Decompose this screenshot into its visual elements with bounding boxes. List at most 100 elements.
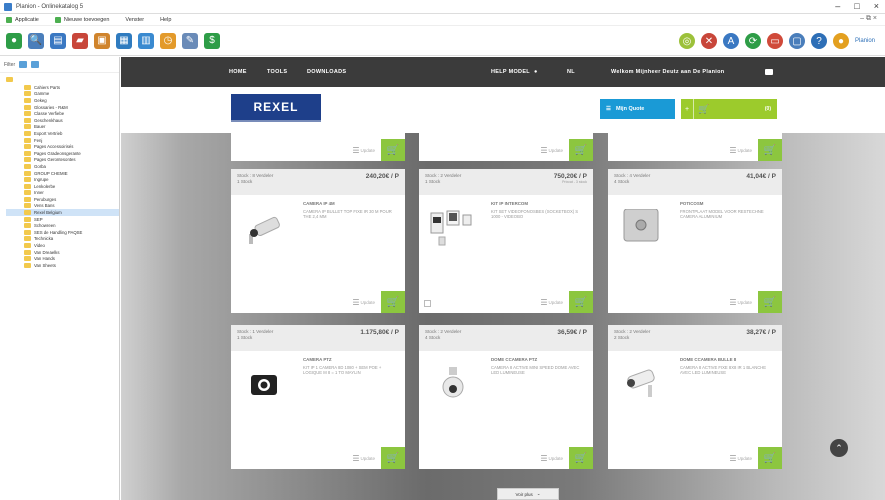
update-link[interactable]: ☰ Update: [729, 298, 752, 307]
grid-icon[interactable]: ▦: [116, 32, 132, 49]
update-link[interactable]: ☰ Update: [352, 146, 375, 155]
tree-item[interactable]: Schowreen: [6, 222, 119, 229]
tree-item[interactable]: SES de Handling PAQSE: [6, 229, 119, 236]
tree-item[interactable]: Geschenkhaus: [6, 117, 119, 124]
filter-button[interactable]: [19, 61, 28, 68]
menu-nieuwe-toevoegen[interactable]: Nieuwe toevoegen: [54, 16, 109, 23]
tree-item[interactable]: Gekeg: [6, 97, 119, 104]
tree-item[interactable]: Gamme: [6, 91, 119, 98]
tree-item[interactable]: Van Dreaelks: [6, 249, 119, 256]
tree-item[interactable]: Technicka: [6, 236, 119, 243]
home-icon[interactable]: ●: [6, 32, 22, 49]
tree-root[interactable]: [6, 75, 119, 84]
add-to-cart-button[interactable]: 🛒: [381, 291, 405, 313]
add-to-cart-button[interactable]: 🛒: [758, 447, 782, 469]
tree-item[interactable]: Rexel Belgium: [6, 209, 119, 216]
language-selector[interactable]: NL: [567, 69, 575, 75]
product-card[interactable]: Stock : 1 Verdeler 1 Stock 1.175,80€ / P CA…: [231, 325, 405, 469]
product-image[interactable]: [618, 365, 664, 405]
lifebuoy-icon[interactable]: ◎: [678, 33, 695, 49]
product-image[interactable]: [241, 365, 287, 405]
tree-item[interactable]: Lenkolerbe: [6, 183, 119, 190]
edit-icon[interactable]: ✎: [182, 32, 198, 49]
cart-button[interactable]: + 🛒 (0): [681, 99, 777, 119]
document-icon[interactable]: ▢: [788, 33, 805, 49]
rexel-logo[interactable]: REXEL: [231, 94, 321, 120]
user-icon[interactable]: [765, 69, 773, 75]
product-image[interactable]: [241, 209, 287, 249]
mdi-controls[interactable]: – ⧉ ×: [860, 15, 877, 23]
update-link[interactable]: ☰ Update: [729, 146, 752, 155]
update-link[interactable]: ☰ Update: [540, 146, 563, 155]
product-image[interactable]: [618, 208, 664, 249]
menu-applicatie[interactable]: Applicatie: [6, 16, 39, 23]
product-image[interactable]: [429, 365, 475, 405]
tree-item[interactable]: Peruburges: [6, 196, 119, 203]
sync-icon[interactable]: ⟳: [744, 33, 761, 49]
tree-item[interactable]: Bauer: [6, 124, 119, 131]
product-reference[interactable]: CAMERA IP 4M: [303, 201, 399, 206]
show-more-button[interactable]: Voir plus ⌄: [497, 488, 559, 500]
planion-label[interactable]: Planion: [855, 38, 875, 44]
product-card[interactable]: Stock : 2 Verdeler 2 Stock 38,27€ / P DOME …: [608, 325, 782, 469]
cancel-icon[interactable]: ✕: [700, 33, 717, 49]
product-reference[interactable]: DOME CCAMERA BULLE 8: [680, 357, 776, 362]
catalog-icon[interactable]: ▤: [50, 32, 66, 49]
scroll-top-button[interactable]: ⌃: [830, 439, 848, 457]
tree-item[interactable]: Fenj: [6, 137, 119, 144]
my-quote-button[interactable]: ☰ Mijn Quote: [600, 99, 675, 119]
tree-item[interactable]: Pages Accessoirisés: [6, 143, 119, 150]
add-to-cart-button[interactable]: 🛒: [569, 139, 593, 161]
update-link[interactable]: ☰ Update: [540, 454, 563, 463]
truck-icon[interactable]: ▰: [72, 32, 88, 49]
add-to-cart-button[interactable]: 🛒: [569, 447, 593, 469]
product-reference[interactable]: KIT IP INTERCOM: [491, 201, 587, 206]
update-link[interactable]: ☰ Update: [352, 298, 375, 307]
tree-item[interactable]: Glossaries - R&M: [6, 104, 119, 111]
tree-item[interactable]: Van Hands: [6, 255, 119, 262]
nav-home[interactable]: HOME: [229, 69, 247, 75]
add-to-cart-button[interactable]: 🛒: [758, 139, 782, 161]
update-link[interactable]: ☰ Update: [540, 298, 563, 307]
menu-venster[interactable]: Venster: [125, 17, 144, 23]
nav-downloads[interactable]: DOWNLOADS: [307, 69, 346, 75]
tree-item[interactable]: Pages Gradeonsgerante: [6, 150, 119, 157]
product-card[interactable]: Stock : 2 Verdeler 1 Stock 750,20€ / P Prix…: [419, 169, 593, 313]
tree-item[interactable]: Export Vertrieb: [6, 130, 119, 137]
product-card[interactable]: Stock : 8 Verdeler 1 Stock 240,20€ / P CAME…: [231, 169, 405, 313]
clock-icon[interactable]: ◷: [160, 32, 176, 49]
product-card[interactable]: Stock : 4 Verdeler 4 Stock 41,04€ / P POTIC…: [608, 169, 782, 313]
tree-item[interactable]: Video: [6, 242, 119, 249]
language-icon[interactable]: A: [722, 33, 739, 49]
product-reference[interactable]: POTICOSM: [680, 201, 776, 206]
tree-item[interactable]: Classe Verfiebe: [6, 110, 119, 117]
product-image[interactable]: [429, 209, 475, 249]
tree-item[interactable]: Vens Bans: [6, 203, 119, 210]
nav-help[interactable]: HELP MODEL ●: [491, 69, 538, 75]
update-link[interactable]: ☰ Update: [729, 454, 752, 463]
product-reference[interactable]: CAMERA PTZ: [303, 357, 399, 362]
product-reference[interactable]: DOME CCAMERA PTZ: [491, 357, 587, 362]
add-to-cart-button[interactable]: 🛒: [758, 291, 782, 313]
chart-icon[interactable]: ▥: [138, 32, 154, 49]
product-card[interactable]: Stock : 2 Verdeler 4 Stock 36,59€ / P DOME …: [419, 325, 593, 469]
tree-item[interactable]: Gorba: [6, 163, 119, 170]
minimize-button[interactable]: –: [835, 1, 840, 11]
tree-item[interactable]: Ingrupe: [6, 176, 119, 183]
tree-item[interactable]: SEP: [6, 216, 119, 223]
update-link[interactable]: ☰ Update: [352, 454, 375, 463]
calendar-icon[interactable]: ▭: [766, 33, 783, 49]
add-to-cart-button[interactable]: 🛒: [381, 139, 405, 161]
tree-item[interactable]: Inner: [6, 190, 119, 197]
maximize-button[interactable]: □: [854, 1, 859, 11]
add-to-cart-button[interactable]: 🛒: [569, 291, 593, 313]
close-button[interactable]: ×: [874, 1, 879, 11]
tree-item[interactable]: GROUP CHEMIE: [6, 170, 119, 177]
add-to-cart-button[interactable]: 🛒: [381, 447, 405, 469]
tree-item[interactable]: Pages Gerontesontes: [6, 157, 119, 164]
package-icon[interactable]: ▣: [94, 32, 110, 49]
currency-icon[interactable]: $: [204, 32, 220, 49]
plugin-icon[interactable]: ●: [832, 33, 849, 49]
tree-item[interactable]: Cahiers Parts: [6, 84, 119, 91]
compare-checkbox[interactable]: [424, 300, 431, 307]
